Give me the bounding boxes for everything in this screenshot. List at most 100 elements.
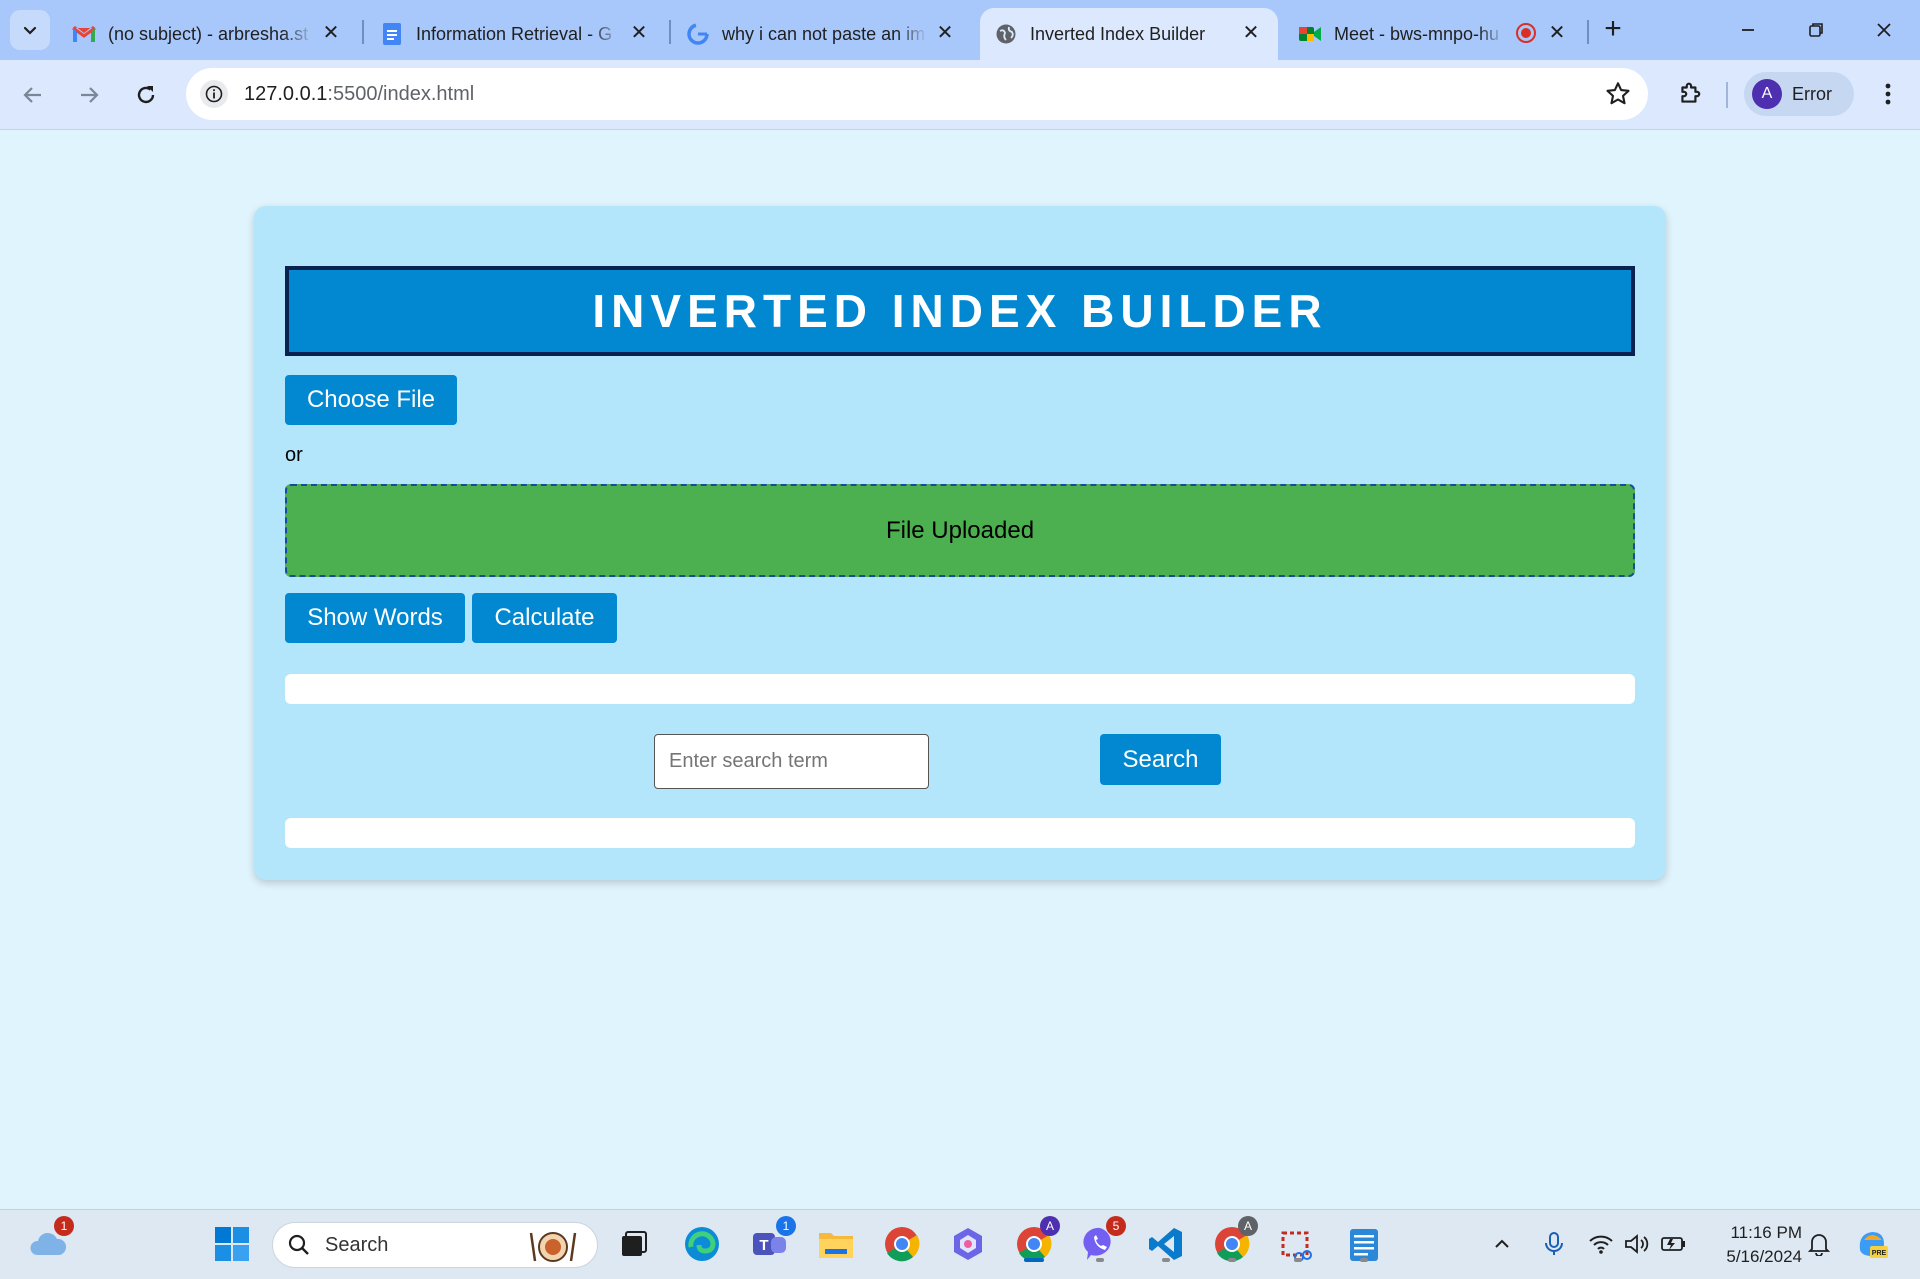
start-button[interactable] xyxy=(210,1222,254,1266)
arrow-left-icon xyxy=(23,87,41,103)
notepad-taskbar-icon[interactable] xyxy=(1342,1222,1386,1266)
or-label: or xyxy=(285,444,303,466)
tab-title: why i can not paste an im xyxy=(722,23,926,44)
site-info-icon[interactable] xyxy=(200,80,228,108)
running-app-indicator xyxy=(1162,1258,1170,1262)
restore-button[interactable] xyxy=(1798,12,1834,48)
profile-status-label: Error xyxy=(1792,83,1832,104)
windows-logo-icon xyxy=(215,1227,249,1261)
svg-text:PRE: PRE xyxy=(1872,1250,1887,1257)
copilot-preview-icon[interactable]: PRE xyxy=(1850,1222,1894,1266)
battery-icon[interactable] xyxy=(1656,1222,1690,1266)
restore-icon xyxy=(1809,23,1823,37)
show-hidden-icons-button[interactable] xyxy=(1486,1222,1518,1266)
running-app-indicator xyxy=(1228,1258,1236,1262)
notification-badge: 1 xyxy=(54,1216,74,1236)
close-icon[interactable]: ✕ xyxy=(1546,22,1568,44)
page-title: INVERTED INDEX BUILDER xyxy=(285,266,1635,356)
chevron-down-icon xyxy=(23,26,37,35)
forward-button[interactable] xyxy=(70,76,108,114)
microphone-icon[interactable] xyxy=(1536,1222,1572,1266)
chrome-profile-taskbar-icon[interactable]: A xyxy=(1012,1216,1060,1266)
browser-toolbar: 127.0.0.1:5500/index.html A Error xyxy=(0,60,1920,130)
url-text: 127.0.0.1:5500/index.html xyxy=(244,83,474,106)
search-button[interactable]: Search xyxy=(1100,734,1221,785)
browser-tab[interactable]: why i can not paste an im ✕ xyxy=(672,8,972,60)
url-host: 127.0.0.1 xyxy=(244,82,328,105)
profile-button[interactable]: A Error xyxy=(1744,72,1854,116)
url-path: :5500/index.html xyxy=(327,82,475,105)
address-bar[interactable]: 127.0.0.1:5500/index.html xyxy=(186,68,1648,120)
show-words-button[interactable]: Show Words xyxy=(285,593,465,643)
windows-taskbar: 1 Search T 1 A 5 A 11:16 PM 5/16/2024 PR… xyxy=(0,1209,1920,1279)
viber-taskbar-icon[interactable]: 5 xyxy=(1078,1216,1126,1266)
close-icon[interactable]: ✕ xyxy=(320,22,342,44)
volume-icon[interactable] xyxy=(1620,1222,1654,1266)
reload-button[interactable] xyxy=(127,76,165,114)
extensions-button[interactable] xyxy=(1672,76,1708,112)
choose-file-button[interactable]: Choose File xyxy=(285,375,457,425)
tab-title: Meet - bws-mnpo-hu xyxy=(1334,23,1500,44)
google-meet-icon xyxy=(1298,22,1322,46)
wifi-icon[interactable] xyxy=(1584,1222,1618,1266)
chrome-taskbar-icon[interactable] xyxy=(880,1222,924,1266)
chevron-up-icon xyxy=(1495,1239,1509,1248)
copilot-taskbar-icon[interactable] xyxy=(946,1222,990,1266)
notification-badge: 1 xyxy=(776,1216,796,1236)
avatar: A xyxy=(1752,79,1782,109)
kebab-menu-icon xyxy=(1885,83,1891,105)
running-app-indicator xyxy=(1096,1258,1104,1262)
svg-text:T: T xyxy=(759,1237,768,1254)
app-container: INVERTED INDEX BUILDER Choose File or Fi… xyxy=(254,206,1666,880)
clock-date: 5/16/2024 xyxy=(1726,1247,1802,1266)
google-docs-icon xyxy=(380,22,404,46)
browser-tab-strip: (no subject) - arbresha.st ✕ Information… xyxy=(0,0,1920,60)
weather-widget[interactable]: 1 xyxy=(26,1216,74,1266)
task-view-button[interactable] xyxy=(612,1222,656,1266)
tab-search-button[interactable] xyxy=(10,10,50,50)
toolbar-divider xyxy=(1726,82,1728,108)
minimize-button[interactable] xyxy=(1730,12,1766,48)
file-dropzone[interactable]: File Uploaded xyxy=(285,484,1635,577)
gmail-icon xyxy=(72,22,96,46)
edge-taskbar-icon[interactable] xyxy=(680,1222,724,1266)
browser-tab[interactable]: (no subject) - arbresha.st ✕ xyxy=(58,8,358,60)
profile-badge: A xyxy=(1238,1216,1258,1236)
active-app-indicator xyxy=(1024,1258,1044,1262)
tab-separator xyxy=(669,20,671,44)
calculate-button[interactable]: Calculate xyxy=(472,593,617,643)
close-icon[interactable]: ✕ xyxy=(628,22,650,44)
notifications-bell-icon[interactable] xyxy=(1804,1222,1834,1266)
close-icon xyxy=(1877,23,1891,37)
chrome-second-profile-taskbar-icon[interactable]: A xyxy=(1210,1216,1258,1266)
close-icon[interactable]: ✕ xyxy=(934,22,956,44)
browser-tab[interactable]: Meet - bws-mnpo-hu ✕ xyxy=(1284,8,1584,60)
back-button[interactable] xyxy=(14,76,52,114)
dropzone-status-text: File Uploaded xyxy=(885,516,1035,544)
tab-title: Information Retrieval - G xyxy=(416,23,613,44)
bookmark-star-icon[interactable] xyxy=(1604,80,1632,108)
snipping-tool-taskbar-icon[interactable] xyxy=(1276,1222,1320,1266)
taskbar-search[interactable]: Search xyxy=(272,1222,598,1268)
google-icon xyxy=(686,22,710,46)
vscode-taskbar-icon[interactable] xyxy=(1144,1222,1188,1266)
recording-icon xyxy=(1516,23,1536,43)
running-app-indicator xyxy=(1360,1258,1368,1262)
notification-badge: 5 xyxy=(1106,1216,1126,1236)
close-window-button[interactable] xyxy=(1866,12,1902,48)
search-icon xyxy=(288,1234,309,1255)
teams-taskbar-icon[interactable]: T 1 xyxy=(748,1216,796,1266)
browser-menu-button[interactable] xyxy=(1870,76,1906,112)
search-results-output xyxy=(285,818,1635,848)
system-clock[interactable]: 11:16 PM 5/16/2024 xyxy=(1706,1221,1802,1269)
file-explorer-taskbar-icon[interactable] xyxy=(814,1222,858,1266)
puzzle-icon xyxy=(1681,82,1701,103)
browser-tab-active[interactable]: Inverted Index Builder ✕ xyxy=(980,8,1278,60)
task-view-icon xyxy=(622,1231,647,1256)
new-tab-button[interactable]: + xyxy=(1597,14,1629,46)
clock-time: 11:16 PM xyxy=(1730,1223,1802,1242)
browser-tab[interactable]: Information Retrieval - G ✕ xyxy=(366,8,666,60)
search-input[interactable] xyxy=(654,734,929,789)
tab-separator xyxy=(1587,20,1589,44)
close-icon[interactable]: ✕ xyxy=(1240,22,1262,44)
